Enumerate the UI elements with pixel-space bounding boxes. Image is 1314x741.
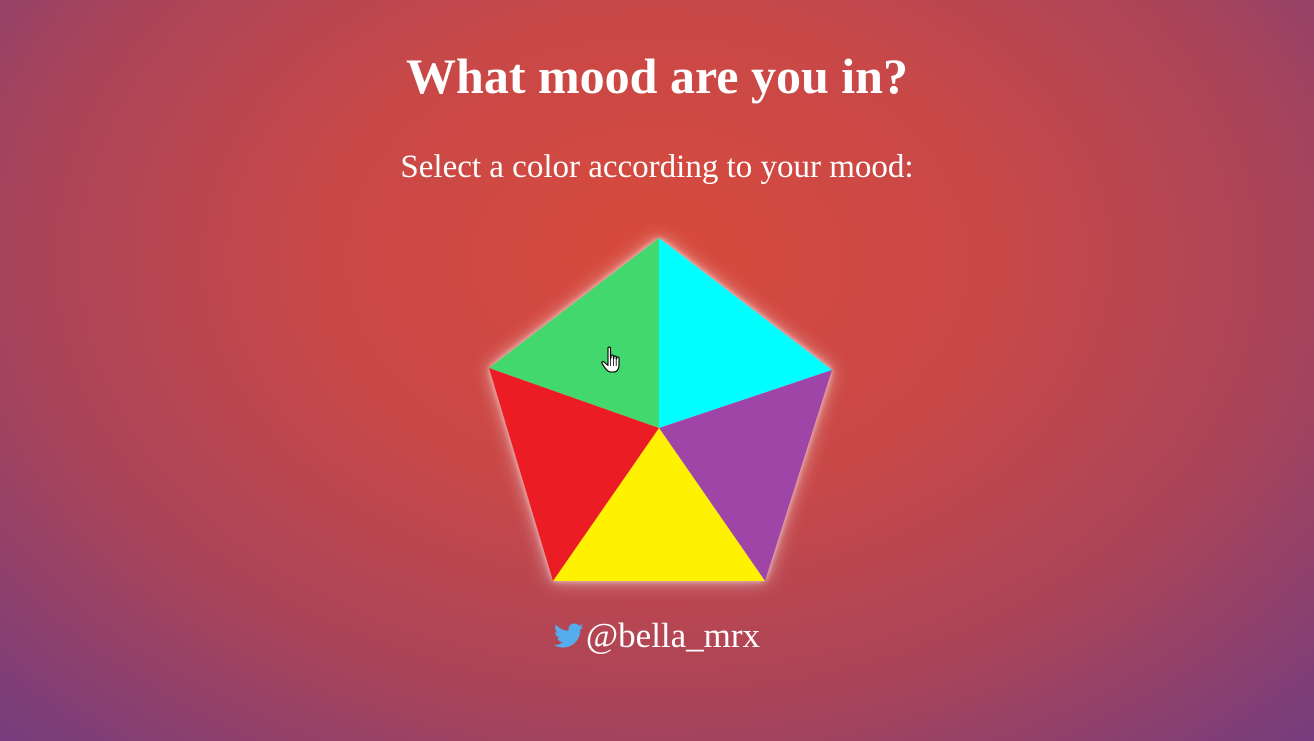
twitter-icon[interactable] — [553, 623, 584, 649]
page-subtitle: Select a color according to your mood: — [400, 149, 914, 185]
mood-wheel-svg — [489, 238, 832, 581]
twitter-handle-link[interactable]: @bella_mrx — [586, 614, 760, 658]
footer: @bella_mrx — [0, 614, 1314, 658]
mood-wheel — [470, 220, 850, 600]
page-title: What mood are you in? — [406, 48, 908, 104]
